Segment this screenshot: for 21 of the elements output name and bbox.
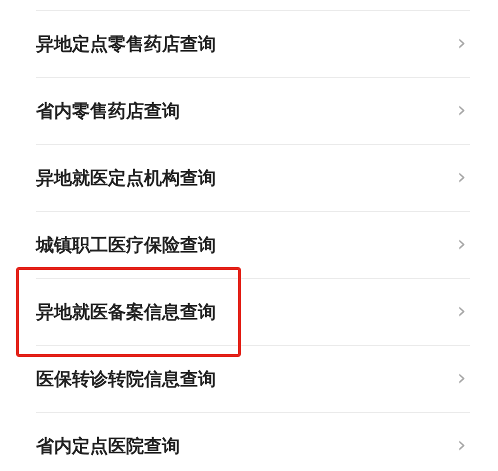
chevron-icon: › (457, 167, 466, 189)
list-item[interactable]: 城镇职工医疗保险查询 › (36, 211, 470, 278)
item-label: 异地定点零售药店查询 (36, 33, 216, 56)
item-label: 异地就医定点机构查询 (36, 167, 216, 190)
item-label: 医保转诊转院信息查询 (36, 368, 216, 391)
chevron-icon: › (457, 301, 466, 323)
chevron-icon: › (457, 100, 466, 122)
list-item[interactable]: 医保转诊转院信息查询 › (36, 345, 470, 412)
item-label: 异地就医备案信息查询 (36, 301, 216, 324)
item-label: 省内零售药店查询 (36, 100, 180, 123)
list-item[interactable]: 省内零售药店查询 › (36, 77, 470, 144)
chevron-icon: › (457, 234, 466, 256)
chevron-icon: › (457, 368, 466, 390)
item-label: 省内定点医院查询 (36, 435, 180, 458)
list-item[interactable]: 异地就医定点机构查询 › (36, 144, 470, 211)
list-item[interactable]: 省内定点医院查询 › (36, 412, 470, 471)
chevron-icon: › (457, 33, 466, 55)
list-item[interactable]: 异地定点零售药店查询 › (36, 10, 470, 77)
chevron-icon: › (457, 435, 466, 457)
item-label: 城镇职工医疗保险查询 (36, 234, 216, 257)
list-item[interactable]: 异地就医备案信息查询 › (36, 278, 470, 345)
